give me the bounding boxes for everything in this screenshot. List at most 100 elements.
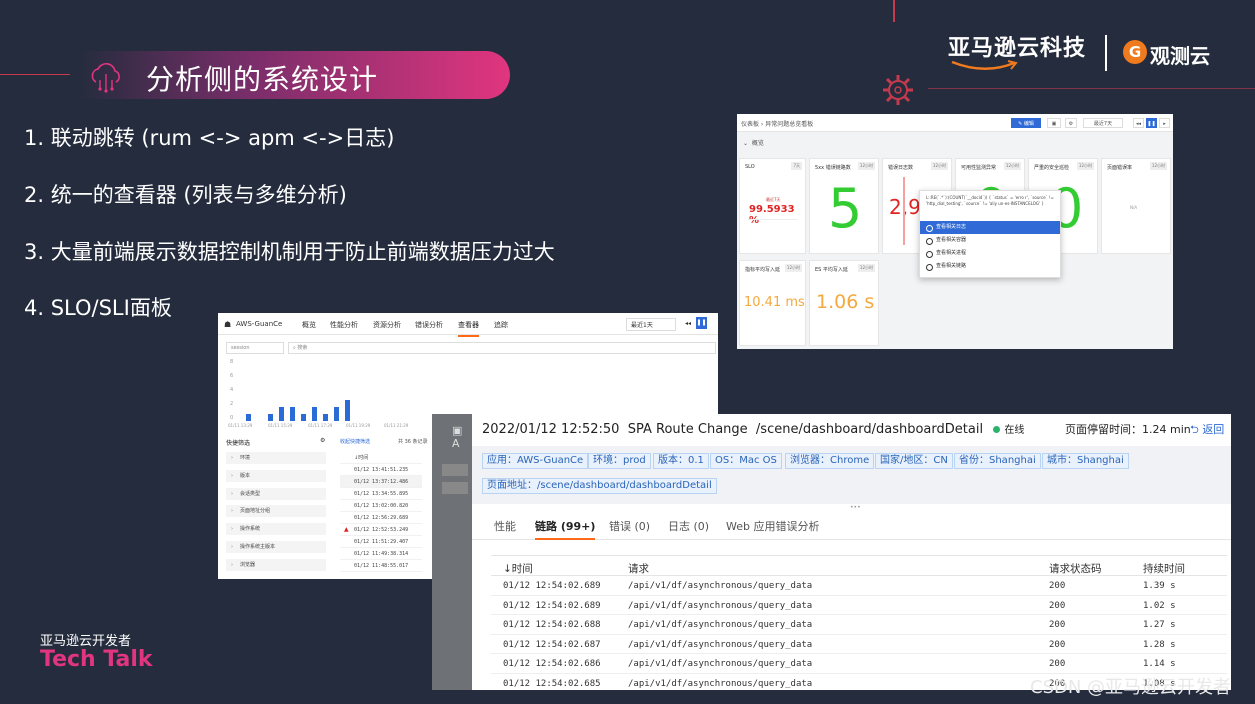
x-tick: 01/11 15:29 — [268, 423, 293, 428]
partner-name: 观测云 — [1150, 44, 1210, 68]
nav-errors[interactable]: 错误分析 — [415, 320, 443, 330]
tag-country[interactable]: 国家/地区：CN — [875, 453, 953, 469]
tag-browser[interactable]: 浏览器：Chrome — [785, 453, 875, 469]
nav-overview[interactable]: 概览 — [302, 320, 316, 330]
x-tick: 01/11 19:29 — [346, 423, 371, 428]
time-range-select[interactable]: 最近7天 — [1083, 118, 1123, 128]
chart-bar[interactable] — [279, 407, 284, 421]
tag-os[interactable]: OS：Mac OS — [710, 453, 782, 469]
table-row[interactable]: 01/12 12:54:02.689/api/v1/df/asynchronou… — [491, 576, 1227, 596]
tab-logs[interactable]: 日志 (0) — [668, 518, 709, 534]
filter-os-version[interactable]: 操作系统主版本 — [226, 541, 326, 553]
chart-bar[interactable] — [246, 414, 251, 421]
cloud-network-icon — [91, 63, 120, 93]
filter-settings-icon[interactable]: ⚙ — [320, 437, 325, 444]
filter-os[interactable]: 操作系统 — [226, 523, 326, 535]
page-stay-time: 页面停留时间：1.24 min — [1065, 423, 1191, 436]
nav-performance[interactable]: 性能分析 — [330, 320, 358, 330]
back-link[interactable]: ⮌ 返回 — [1190, 421, 1224, 440]
tab-traces[interactable]: 链路 (99+) — [535, 518, 596, 540]
tag-version[interactable]: 版本：0.1 — [653, 453, 709, 469]
y-tick: 2 — [230, 401, 234, 407]
list-item[interactable]: 01/12 11:51:29.407 — [340, 536, 422, 548]
card-metric-write-latency[interactable]: 指标平均写入延 12小时 10.41 ms — [739, 260, 806, 346]
explorer-backdrop: ▣ A — [432, 414, 472, 690]
rewind-button[interactable]: ◂◂ — [685, 320, 691, 327]
y-tick: 6 — [230, 373, 234, 379]
filter-version[interactable]: 版本 — [226, 470, 326, 482]
forward-button[interactable]: ▸ — [1159, 118, 1170, 128]
list-item[interactable]: 01/12 12:56:29.689 — [340, 512, 422, 524]
slide-title: 分析侧的系统设计 — [146, 63, 379, 96]
tag-province[interactable]: 省份：Shanghai — [954, 453, 1041, 469]
tag-app[interactable]: 应用：AWS-GuanCe — [482, 453, 589, 469]
table-row[interactable]: 01/12 12:54:02.686/api/v1/df/asynchronou… — [491, 654, 1227, 674]
page-error-rate-value: N/A — [1130, 205, 1138, 210]
filter-browser[interactable]: 浏览器 — [226, 559, 326, 571]
pause-button[interactable]: ❚❚ — [696, 317, 707, 329]
source-select[interactable]: session — [226, 342, 284, 354]
chart-bar[interactable] — [312, 407, 317, 421]
nav-resources[interactable]: 资源分析 — [373, 320, 401, 330]
dashboard-breadcrumb[interactable]: 仪表板 › 异常问题总览看板 — [741, 121, 813, 128]
trace-table: ↓时间 请求 请求状态码 持续时间 01/12 12:54:02.689/api… — [491, 555, 1227, 690]
pause-button[interactable]: ❚❚ — [1146, 118, 1157, 128]
tab-errors[interactable]: 错误 (0) — [609, 518, 650, 534]
app-name[interactable]: AWS-GuanCe — [236, 320, 282, 328]
settings-button[interactable]: ⚙ — [1065, 118, 1077, 128]
list-item[interactable]: 01/12 12:52:53.249 — [340, 524, 422, 536]
chart-bar[interactable] — [345, 400, 350, 421]
card-page-error-rate[interactable]: 页面错误率 12小时 N/A — [1101, 158, 1171, 254]
time-range-select[interactable]: 最近1天 — [626, 318, 676, 331]
card-es-write-latency[interactable]: ES 平均写入延 12小时 1.06 s — [809, 260, 879, 346]
filter-page-group[interactable]: 页面地址分组 — [226, 505, 326, 517]
tab-web-error-analysis[interactable]: Web 应用错误分析 — [726, 518, 819, 534]
tag-env[interactable]: 环境：prod — [588, 453, 651, 469]
chart-bar[interactable] — [290, 407, 295, 421]
chart-bar[interactable] — [334, 407, 339, 421]
fullscreen-button[interactable]: ▣ — [1047, 118, 1061, 128]
list-item[interactable]: 01/12 13:41:51.235 — [340, 464, 422, 476]
card-slo[interactable]: SLO 7天 最近7天 99.5933 % — [739, 158, 806, 254]
tag-page-url[interactable]: 页面地址：/scene/dashboard/dashboardDetail — [482, 478, 717, 494]
card-5xx-trace-errors[interactable]: 5xx 错误链路数 12小时 5 — [809, 158, 879, 254]
event-timestamp: 2022/01/12 12:52:50 — [482, 422, 620, 437]
menu-view-containers[interactable]: 查看相关容器 — [920, 234, 1060, 247]
list-item[interactable]: 01/12 11:48:55.017 — [340, 560, 422, 572]
gear-icon — [883, 75, 913, 105]
brand-smile-icon — [951, 60, 1018, 70]
list-item[interactable]: 01/12 13:34:55.895 — [340, 488, 422, 500]
slo-sub-label: 最近7天 — [766, 197, 781, 202]
search-input[interactable]: ⌕ 搜索 — [288, 342, 716, 354]
time-column-header[interactable]: ↓时间 — [340, 452, 422, 464]
chart-bar[interactable] — [323, 414, 328, 421]
filter-session-type[interactable]: 会话类型 — [226, 488, 326, 500]
query-text: L::RE(`.*`):(COUNT(`__docid`)) { `status… — [926, 195, 1054, 206]
nav-tracing[interactable]: 追踪 — [494, 320, 508, 330]
rewind-button[interactable]: ◂◂ — [1133, 118, 1144, 128]
decor-line-right — [928, 88, 1255, 89]
chart-bar[interactable] — [301, 414, 306, 421]
menu-view-logs[interactable]: 查看相关日志 — [920, 221, 1060, 234]
table-row[interactable]: 01/12 12:54:02.688/api/v1/df/asynchronou… — [491, 615, 1227, 635]
resize-handle[interactable]: ••• — [850, 504, 861, 511]
list-item[interactable]: 01/12 13:02:00.820 — [340, 500, 422, 512]
chart-bar[interactable] — [268, 414, 273, 421]
table-row[interactable]: 01/12 12:54:02.689/api/v1/df/asynchronou… — [491, 596, 1227, 615]
filter-env[interactable]: 环境 — [226, 452, 326, 464]
metric-latency-value: 10.41 ms — [744, 295, 805, 310]
table-header: ↓时间 请求 请求状态码 持续时间 — [491, 556, 1227, 576]
collapse-filter-link[interactable]: 收起快捷筛选 — [340, 438, 370, 445]
menu-view-traces[interactable]: 查看相关链路 — [920, 260, 1060, 273]
nav-explorer[interactable]: 查看器 — [458, 320, 479, 337]
edit-button[interactable]: ✎ 编辑 — [1011, 118, 1041, 128]
tag-city[interactable]: 城市：Shanghai — [1042, 453, 1129, 469]
tab-performance[interactable]: 性能 — [494, 518, 516, 534]
table-row[interactable]: 01/12 12:54:02.687/api/v1/df/asynchronou… — [491, 635, 1227, 654]
col-time[interactable]: ↓时间 — [503, 561, 533, 576]
list-item[interactable]: 01/12 13:37:12.486 — [340, 476, 422, 488]
y-tick: 0 — [230, 415, 234, 421]
section-header[interactable]: ⌄ 概览 — [737, 132, 1173, 149]
list-item[interactable]: 01/12 11:49:38.314 — [340, 548, 422, 560]
menu-view-processes[interactable]: 查看相关进程 — [920, 247, 1060, 260]
